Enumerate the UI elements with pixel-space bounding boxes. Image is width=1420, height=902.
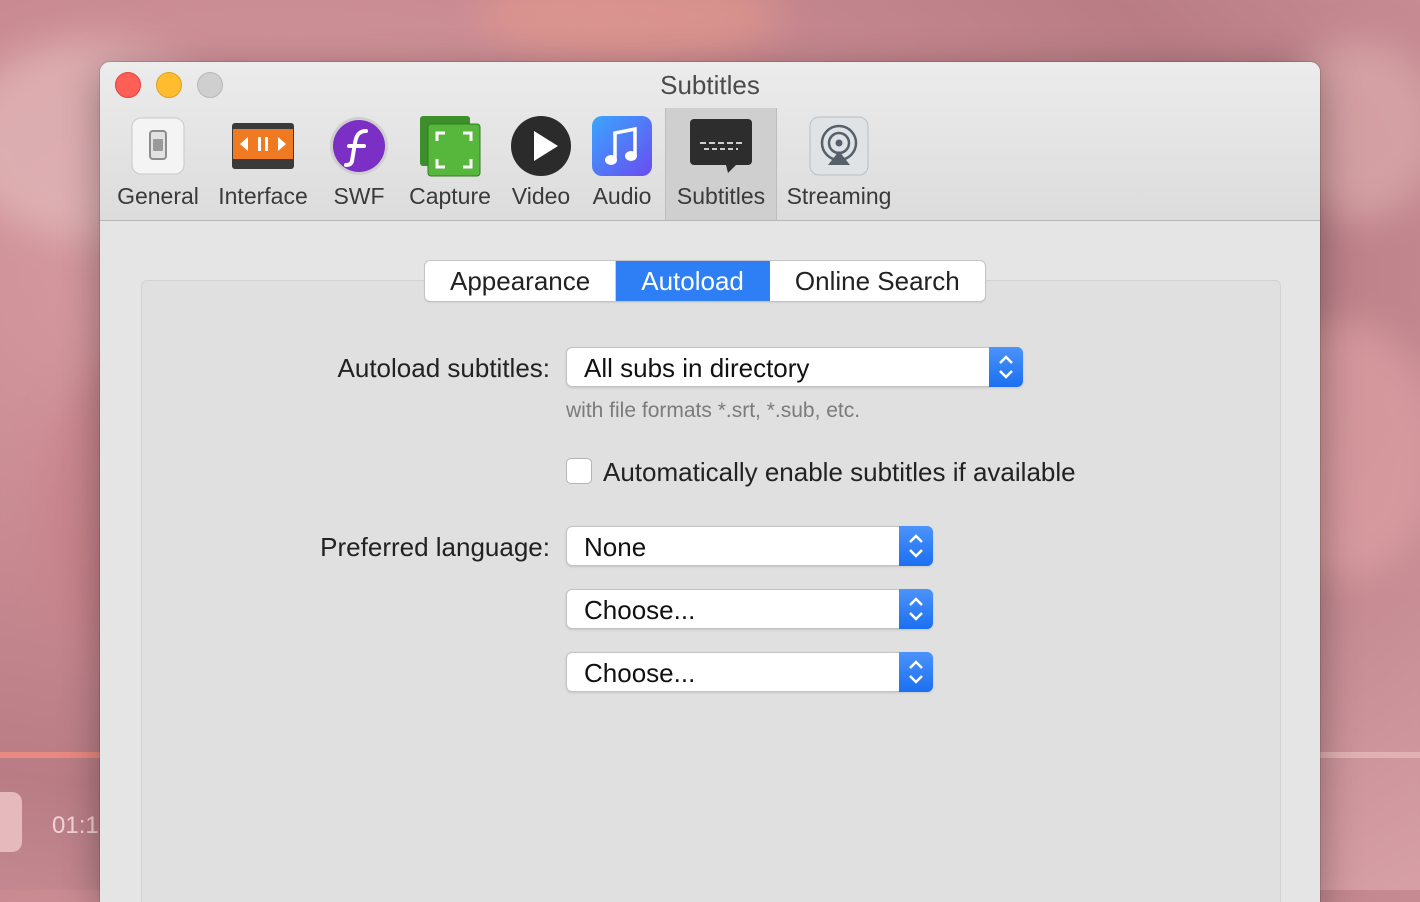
seek-bar-left	[0, 752, 100, 758]
preferred-language-popup-3[interactable]: Choose...	[566, 652, 933, 692]
interface-controls-icon	[232, 123, 294, 169]
chevron-updown-icon	[989, 347, 1023, 387]
seek-bar-right	[1320, 752, 1420, 758]
control-pill	[0, 792, 22, 852]
toolbar-item-general[interactable]: General	[110, 108, 206, 220]
toolbar-label: Video	[511, 183, 571, 209]
toolbar-label: SWF	[333, 183, 385, 209]
chevron-updown-icon	[899, 589, 933, 629]
toolbar-label: General	[117, 183, 199, 209]
tab-bar: Appearance Autoload Online Search	[424, 260, 986, 302]
preferred-language-popup-1[interactable]: None	[566, 526, 933, 566]
toolbar-item-interface[interactable]: Interface	[211, 108, 315, 220]
tab-appearance[interactable]: Appearance	[425, 261, 617, 301]
autoload-subtitles-popup[interactable]: All subs in directory	[566, 347, 1023, 387]
preferred-language-value: Choose...	[584, 658, 696, 688]
toolbar-item-audio[interactable]: Audio	[584, 108, 660, 220]
general-switch-icon	[131, 117, 185, 175]
preferred-language-popup-2[interactable]: Choose...	[566, 589, 933, 629]
toolbar-label: Subtitles	[676, 183, 766, 209]
playback-time: 01:1	[52, 812, 99, 839]
toolbar-item-streaming[interactable]: Streaming	[781, 108, 897, 220]
capture-icon	[420, 116, 481, 177]
toolbar-item-swf[interactable]: SWF	[320, 108, 398, 220]
toolbar-label: Audio	[592, 183, 652, 209]
auto-enable-checkbox[interactable]	[566, 458, 592, 484]
toolbar-label: Capture	[409, 183, 491, 209]
toolbar-label: Streaming	[786, 183, 892, 209]
preferred-language-label: Preferred language:	[320, 532, 550, 562]
subtitles-icon	[690, 119, 752, 173]
window-title: Subtitles	[660, 70, 760, 100]
airplay-icon	[809, 116, 869, 176]
tab-online-search[interactable]: Online Search	[770, 261, 985, 301]
preferences-window: Subtitles General Interface SWF Capture …	[100, 62, 1320, 902]
file-formats-hint: with file formats *.srt, *.sub, etc.	[566, 399, 861, 422]
toolbar-item-subtitles[interactable]: Subtitles	[665, 108, 777, 220]
flash-icon	[330, 117, 388, 175]
preferred-language-value: None	[584, 532, 647, 562]
toolbar-item-video[interactable]: Video	[504, 108, 578, 220]
tab-autoload[interactable]: Autoload	[616, 261, 770, 301]
auto-enable-label[interactable]: Automatically enable subtitles if availa…	[603, 457, 1076, 488]
chevron-updown-icon	[899, 652, 933, 692]
play-icon	[511, 116, 571, 176]
preferred-language-value: Choose...	[584, 595, 696, 625]
toolbar-label: Interface	[218, 183, 308, 209]
autoload-subtitles-value: All subs in directory	[584, 353, 810, 383]
toolbar-item-capture[interactable]: Capture	[405, 108, 495, 220]
music-note-icon	[592, 116, 652, 176]
autoload-subtitles-label: Autoload subtitles:	[337, 353, 550, 383]
chevron-updown-icon	[899, 526, 933, 566]
titlebar: Subtitles General Interface SWF Capture …	[100, 62, 1320, 221]
